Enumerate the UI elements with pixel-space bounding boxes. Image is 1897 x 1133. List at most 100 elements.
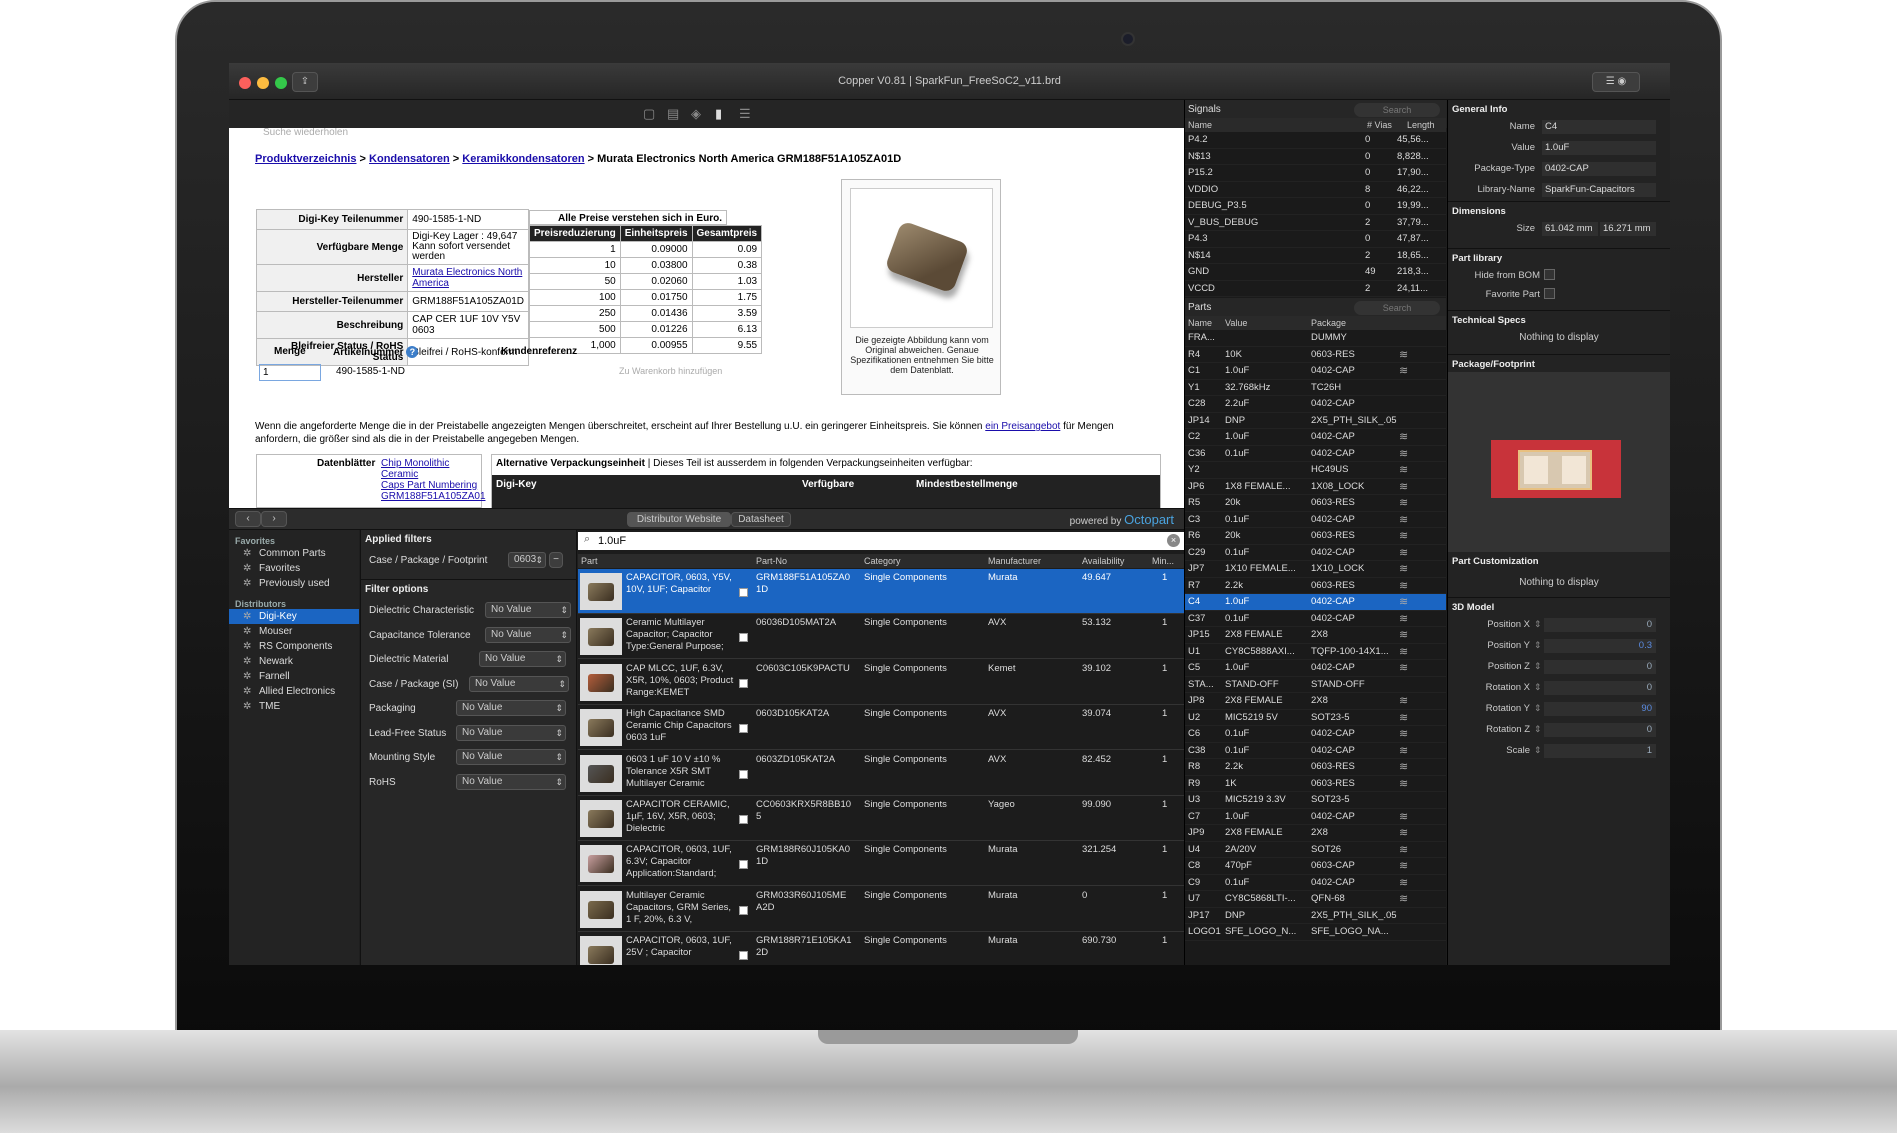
model-field[interactable]: 0 bbox=[1544, 618, 1656, 632]
part-row[interactable]: C38 0.1uF 0402-CAP ≋ bbox=[1185, 743, 1446, 759]
compare-checkbox[interactable] bbox=[739, 905, 748, 915]
sidebar-item-tme[interactable]: TME bbox=[229, 699, 359, 714]
filter-select[interactable]: No Value bbox=[469, 675, 569, 692]
part-row[interactable]: R7 2.2k 0603-RES ≋ bbox=[1185, 578, 1446, 594]
part-row[interactable]: JP9 2X8 FEMALE 2X8 ≋ bbox=[1185, 825, 1446, 842]
layers-icon[interactable]: ≋ bbox=[1399, 694, 1408, 707]
layers-icon[interactable]: ≋ bbox=[1399, 661, 1408, 674]
result-row[interactable]: CAPACITOR CERAMIC, 1µF, 16V, X5R, 0603; … bbox=[578, 796, 1184, 841]
layers-icon[interactable]: ≋ bbox=[1399, 711, 1408, 724]
part-row[interactable]: U3 MIC5219 3.3V SOT23-5 bbox=[1185, 792, 1446, 809]
result-row[interactable]: CAPACITOR, 0603, 1UF, 6.3V; Capacitor Ap… bbox=[578, 841, 1184, 887]
clear-search-icon[interactable]: × bbox=[1167, 534, 1180, 547]
back-button[interactable]: ‹ bbox=[235, 511, 261, 527]
result-row[interactable]: Ceramic Multilayer Capacitor; Capacitor … bbox=[578, 614, 1184, 660]
size-height-field[interactable]: 16.271 mm bbox=[1600, 222, 1656, 236]
layers-icon[interactable]: ≋ bbox=[1399, 727, 1408, 740]
filter-select[interactable]: No Value bbox=[456, 724, 566, 741]
layers-icon[interactable]: ≋ bbox=[1399, 595, 1408, 608]
document-icon[interactable]: ▤ bbox=[667, 106, 679, 122]
clipboard-icon[interactable]: ▮ bbox=[715, 106, 722, 122]
stepper-icon[interactable]: ⇕ bbox=[1534, 619, 1542, 630]
sidebar-item-favorites[interactable]: Favorites bbox=[229, 561, 359, 576]
filter-select[interactable]: No Value bbox=[456, 773, 566, 790]
signal-row[interactable]: VCCD 2 24,11... bbox=[1185, 281, 1446, 297]
crumb-link-3[interactable]: Keramikkondensatoren bbox=[462, 153, 584, 165]
filter-select[interactable]: No Value bbox=[485, 626, 571, 643]
part-row[interactable]: C8 470pF 0603-CAP ≋ bbox=[1185, 858, 1446, 875]
layers-icon[interactable]: ≋ bbox=[1399, 496, 1408, 509]
stepper-icon[interactable]: ⇕ bbox=[1534, 724, 1542, 735]
filter-select[interactable]: No Value bbox=[485, 602, 571, 618]
general-info-field[interactable]: SparkFun-Capacitors bbox=[1542, 183, 1656, 197]
forward-button[interactable]: › bbox=[261, 511, 287, 527]
model-field[interactable]: 0 bbox=[1544, 723, 1656, 737]
part-row[interactable]: R5 20k 0603-RES ≋ bbox=[1185, 495, 1446, 512]
sidebar-item-previously-used[interactable]: Previously used bbox=[229, 576, 359, 591]
quote-link[interactable]: ein Preisangebot bbox=[985, 421, 1060, 432]
layers-icon[interactable]: ≋ bbox=[1399, 430, 1408, 443]
parts-search-input[interactable]: Search bbox=[1354, 301, 1440, 315]
layers-icon[interactable]: ≋ bbox=[1399, 579, 1408, 592]
quantity-input[interactable]: 1 bbox=[259, 364, 321, 381]
layers-icon[interactable]: ≋ bbox=[1399, 480, 1408, 493]
part-row[interactable]: U2 MIC5219 5V SOT23-5 ≋ bbox=[1185, 710, 1446, 726]
part-row[interactable]: JP8 2X8 FEMALE 2X8 ≋ bbox=[1185, 693, 1446, 710]
part-row[interactable]: Y1 32.768kHz TC26H bbox=[1185, 380, 1446, 396]
sidebar-item-digikey[interactable]: Digi-Key bbox=[229, 609, 359, 624]
stepper-icon[interactable]: ⇕ bbox=[1534, 703, 1542, 714]
result-row[interactable]: CAP MLCC, 1UF, 6.3V, X5R, 10%, 0603; Pro… bbox=[578, 660, 1184, 705]
help-icon[interactable]: ? bbox=[406, 346, 419, 358]
part-row[interactable]: C3 0.1uF 0402-CAP ≋ bbox=[1185, 512, 1446, 528]
layers-icon[interactable]: ≋ bbox=[1399, 810, 1408, 823]
signal-row[interactable]: P4.2 0 45,56... bbox=[1185, 132, 1446, 149]
datasheet-link-2[interactable]: Caps Part Numbering bbox=[381, 480, 477, 491]
remove-filter-button[interactable]: − bbox=[549, 552, 563, 568]
layers-icon[interactable]: ≋ bbox=[1399, 744, 1408, 757]
layers-icon[interactable]: ≋ bbox=[1399, 876, 1408, 889]
favorite-checkbox[interactable] bbox=[1544, 288, 1555, 299]
part-row[interactable]: C9 0.1uF 0402-CAP ≋ bbox=[1185, 875, 1446, 891]
hide-bom-checkbox[interactable] bbox=[1544, 269, 1555, 280]
sidebar-item-mouser[interactable]: Mouser bbox=[229, 624, 359, 639]
search-input[interactable]: 1.0uF bbox=[578, 532, 1184, 550]
applied-filter-select[interactable]: 0603 bbox=[508, 552, 546, 568]
signal-row[interactable]: V_BUS_DEBUG 2 37,79... bbox=[1185, 215, 1446, 231]
size-width-field[interactable]: 61.042 mm bbox=[1542, 222, 1598, 236]
part-row[interactable]: JP14 DNP 2X5_PTH_SILK_.05 bbox=[1185, 413, 1446, 429]
signals-search-input[interactable]: Search bbox=[1354, 103, 1440, 117]
stepper-icon[interactable]: ⇕ bbox=[1534, 640, 1542, 651]
layers-icon[interactable]: ≋ bbox=[1399, 645, 1408, 658]
compare-checkbox[interactable] bbox=[739, 678, 748, 688]
view-toggle-button[interactable]: ☰ ◉ bbox=[1592, 72, 1640, 92]
sidebar-item-newark[interactable]: Newark bbox=[229, 654, 359, 669]
tab-distributor-website[interactable]: Distributor Website bbox=[627, 512, 731, 527]
layers-icon[interactable]: ≋ bbox=[1399, 546, 1408, 559]
part-row[interactable]: U7 CY8C5868LTI-... QFN-68 ≋ bbox=[1185, 891, 1446, 908]
part-row[interactable]: R8 2.2k 0603-RES ≋ bbox=[1185, 759, 1446, 776]
filter-select[interactable]: No Value bbox=[456, 749, 566, 765]
layers-icon[interactable]: ≋ bbox=[1399, 777, 1408, 790]
part-row[interactable]: Y2 HC49US ≋ bbox=[1185, 462, 1446, 479]
part-row[interactable]: C29 0.1uF 0402-CAP ≋ bbox=[1185, 545, 1446, 561]
model-field[interactable]: 0.3 bbox=[1544, 639, 1656, 653]
general-info-field[interactable]: C4 bbox=[1542, 120, 1656, 134]
part-row[interactable]: C7 1.0uF 0402-CAP ≋ bbox=[1185, 809, 1446, 825]
part-row[interactable]: FRA... DUMMY bbox=[1185, 330, 1446, 347]
part-row[interactable]: JP6 1X8 FEMALE... 1X08_LOCK ≋ bbox=[1185, 479, 1446, 495]
result-row[interactable]: Multilayer Ceramic Capacitors, GRM Serie… bbox=[578, 887, 1184, 932]
part-row[interactable]: U1 CY8C5888AXI... TQFP-100-14X1... ≋ bbox=[1185, 644, 1446, 660]
compare-checkbox[interactable] bbox=[739, 633, 748, 643]
signal-row[interactable]: P4.3 0 47,87... bbox=[1185, 231, 1446, 248]
crumb-link-2[interactable]: Kondensatoren bbox=[369, 153, 450, 165]
part-row[interactable]: R4 10K 0603-RES ≋ bbox=[1185, 347, 1446, 363]
layers-icon[interactable]: ≋ bbox=[1399, 447, 1408, 460]
model-field[interactable]: 1 bbox=[1544, 744, 1656, 758]
page-icon[interactable]: ▢ bbox=[643, 106, 655, 122]
compare-checkbox[interactable] bbox=[739, 815, 748, 824]
signal-row[interactable]: N$14 2 18,65... bbox=[1185, 248, 1446, 264]
signal-row[interactable]: N$13 0 8,828... bbox=[1185, 149, 1446, 165]
tab-datasheet[interactable]: Datasheet bbox=[731, 512, 791, 527]
signal-row[interactable]: P15.2 0 17,90... bbox=[1185, 165, 1446, 182]
list-icon[interactable]: ☰ bbox=[739, 106, 751, 122]
